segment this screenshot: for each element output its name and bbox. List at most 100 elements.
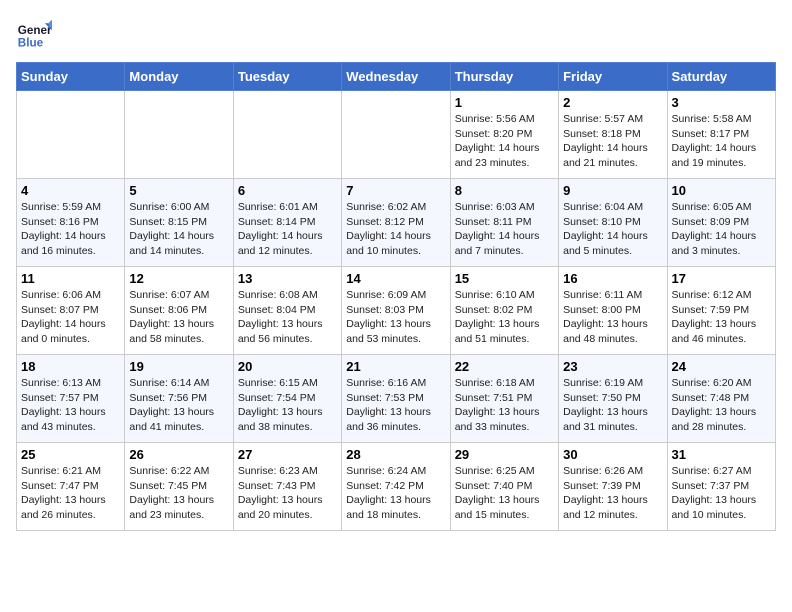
day-number: 27 <box>238 447 337 462</box>
calendar-body: 1Sunrise: 5:56 AM Sunset: 8:20 PM Daylig… <box>17 91 776 531</box>
calendar-cell: 1Sunrise: 5:56 AM Sunset: 8:20 PM Daylig… <box>450 91 558 179</box>
day-info: Sunrise: 6:25 AM Sunset: 7:40 PM Dayligh… <box>455 464 554 523</box>
day-info: Sunrise: 6:19 AM Sunset: 7:50 PM Dayligh… <box>563 376 662 435</box>
weekday-header-cell: Saturday <box>667 63 775 91</box>
day-info: Sunrise: 6:24 AM Sunset: 7:42 PM Dayligh… <box>346 464 445 523</box>
day-number: 24 <box>672 359 771 374</box>
calendar-cell: 10 Sunrise: 6:05 AM Sunset: 8:09 PM Dayli… <box>667 179 775 267</box>
day-number: 28 <box>346 447 445 462</box>
day-number: 2 <box>563 95 662 110</box>
svg-text:Blue: Blue <box>18 37 44 50</box>
calendar-cell: 25 Sunrise: 6:21 AM Sunset: 7:47 PM Dayli… <box>17 443 125 531</box>
calendar-cell: 2 Sunrise: 5:57 AM Sunset: 8:18 PM Daylig… <box>559 91 667 179</box>
day-number: 4 <box>21 183 120 198</box>
day-number: 22 <box>455 359 554 374</box>
svg-text:General: General <box>18 24 52 37</box>
day-info: Sunrise: 6:08 AM Sunset: 8:04 PM Dayligh… <box>238 288 337 347</box>
day-info: Sunrise: 6:27 AM Sunset: 7:37 PM Dayligh… <box>672 464 771 523</box>
logo: General Blue <box>16 16 52 52</box>
day-info: Sunrise: 6:06 AM Sunset: 8:07 PM Dayligh… <box>21 288 120 347</box>
calendar-cell: 27 Sunrise: 6:23 AM Sunset: 7:43 PM Dayli… <box>233 443 341 531</box>
weekday-header-cell: Tuesday <box>233 63 341 91</box>
calendar-week-row: 1Sunrise: 5:56 AM Sunset: 8:20 PM Daylig… <box>17 91 776 179</box>
calendar-cell: 5 Sunrise: 6:00 AM Sunset: 8:15 PM Daylig… <box>125 179 233 267</box>
calendar-cell: 7 Sunrise: 6:02 AM Sunset: 8:12 PM Daylig… <box>342 179 450 267</box>
day-info: Sunrise: 6:05 AM Sunset: 8:09 PM Dayligh… <box>672 200 771 259</box>
day-number: 6 <box>238 183 337 198</box>
weekday-header-cell: Thursday <box>450 63 558 91</box>
day-info: Sunrise: 6:18 AM Sunset: 7:51 PM Dayligh… <box>455 376 554 435</box>
calendar-cell: 8 Sunrise: 6:03 AM Sunset: 8:11 PM Daylig… <box>450 179 558 267</box>
day-info: Sunrise: 6:12 AM Sunset: 7:59 PM Dayligh… <box>672 288 771 347</box>
day-info: Sunrise: 6:13 AM Sunset: 7:57 PM Dayligh… <box>21 376 120 435</box>
calendar-cell: 11Sunrise: 6:06 AM Sunset: 8:07 PM Dayli… <box>17 267 125 355</box>
day-info: Sunrise: 6:07 AM Sunset: 8:06 PM Dayligh… <box>129 288 228 347</box>
calendar-cell: 20 Sunrise: 6:15 AM Sunset: 7:54 PM Dayli… <box>233 355 341 443</box>
calendar-cell: 29 Sunrise: 6:25 AM Sunset: 7:40 PM Dayli… <box>450 443 558 531</box>
calendar-cell: 13Sunrise: 6:08 AM Sunset: 8:04 PM Dayli… <box>233 267 341 355</box>
calendar-cell: 22 Sunrise: 6:18 AM Sunset: 7:51 PM Dayli… <box>450 355 558 443</box>
page-header: General Blue <box>16 16 776 52</box>
calendar-cell: 14 Sunrise: 6:09 AM Sunset: 8:03 PM Dayli… <box>342 267 450 355</box>
day-number: 20 <box>238 359 337 374</box>
calendar-cell: 28 Sunrise: 6:24 AM Sunset: 7:42 PM Dayli… <box>342 443 450 531</box>
calendar-cell <box>125 91 233 179</box>
day-number: 26 <box>129 447 228 462</box>
day-info: Sunrise: 6:14 AM Sunset: 7:56 PM Dayligh… <box>129 376 228 435</box>
calendar-cell: 6 Sunrise: 6:01 AM Sunset: 8:14 PM Daylig… <box>233 179 341 267</box>
day-number: 25 <box>21 447 120 462</box>
day-number: 16 <box>563 271 662 286</box>
calendar-week-row: 25 Sunrise: 6:21 AM Sunset: 7:47 PM Dayli… <box>17 443 776 531</box>
day-info: Sunrise: 6:03 AM Sunset: 8:11 PM Dayligh… <box>455 200 554 259</box>
day-number: 10 <box>672 183 771 198</box>
calendar-cell: 30Sunrise: 6:26 AM Sunset: 7:39 PM Dayli… <box>559 443 667 531</box>
day-info: Sunrise: 6:09 AM Sunset: 8:03 PM Dayligh… <box>346 288 445 347</box>
day-info: Sunrise: 6:00 AM Sunset: 8:15 PM Dayligh… <box>129 200 228 259</box>
calendar-week-row: 11Sunrise: 6:06 AM Sunset: 8:07 PM Dayli… <box>17 267 776 355</box>
day-number: 18 <box>21 359 120 374</box>
calendar-cell: 18 Sunrise: 6:13 AM Sunset: 7:57 PM Dayli… <box>17 355 125 443</box>
day-info: Sunrise: 6:01 AM Sunset: 8:14 PM Dayligh… <box>238 200 337 259</box>
day-number: 3 <box>672 95 771 110</box>
day-number: 21 <box>346 359 445 374</box>
day-info: Sunrise: 6:15 AM Sunset: 7:54 PM Dayligh… <box>238 376 337 435</box>
calendar-week-row: 18 Sunrise: 6:13 AM Sunset: 7:57 PM Dayli… <box>17 355 776 443</box>
day-info: Sunrise: 5:57 AM Sunset: 8:18 PM Dayligh… <box>563 112 662 171</box>
calendar-cell: 15Sunrise: 6:10 AM Sunset: 8:02 PM Dayli… <box>450 267 558 355</box>
day-info: Sunrise: 6:23 AM Sunset: 7:43 PM Dayligh… <box>238 464 337 523</box>
calendar-cell: 17 Sunrise: 6:12 AM Sunset: 7:59 PM Dayli… <box>667 267 775 355</box>
day-number: 1 <box>455 95 554 110</box>
day-info: Sunrise: 6:16 AM Sunset: 7:53 PM Dayligh… <box>346 376 445 435</box>
calendar-cell: 4Sunrise: 5:59 AM Sunset: 8:16 PM Daylig… <box>17 179 125 267</box>
calendar-cell <box>342 91 450 179</box>
calendar-week-row: 4Sunrise: 5:59 AM Sunset: 8:16 PM Daylig… <box>17 179 776 267</box>
day-number: 7 <box>346 183 445 198</box>
logo-icon: General Blue <box>16 16 52 52</box>
day-number: 5 <box>129 183 228 198</box>
day-info: Sunrise: 6:21 AM Sunset: 7:47 PM Dayligh… <box>21 464 120 523</box>
day-number: 29 <box>455 447 554 462</box>
day-number: 12 <box>129 271 228 286</box>
weekday-header-row: SundayMondayTuesdayWednesdayThursdayFrid… <box>17 63 776 91</box>
day-number: 17 <box>672 271 771 286</box>
day-number: 8 <box>455 183 554 198</box>
calendar-table: SundayMondayTuesdayWednesdayThursdayFrid… <box>16 62 776 531</box>
weekday-header-cell: Friday <box>559 63 667 91</box>
day-info: Sunrise: 5:58 AM Sunset: 8:17 PM Dayligh… <box>672 112 771 171</box>
calendar-cell: 12 Sunrise: 6:07 AM Sunset: 8:06 PM Dayli… <box>125 267 233 355</box>
calendar-cell: 16Sunrise: 6:11 AM Sunset: 8:00 PM Dayli… <box>559 267 667 355</box>
day-info: Sunrise: 6:22 AM Sunset: 7:45 PM Dayligh… <box>129 464 228 523</box>
weekday-header-cell: Monday <box>125 63 233 91</box>
day-info: Sunrise: 6:10 AM Sunset: 8:02 PM Dayligh… <box>455 288 554 347</box>
weekday-header-cell: Sunday <box>17 63 125 91</box>
day-number: 30 <box>563 447 662 462</box>
calendar-cell <box>17 91 125 179</box>
calendar-cell <box>233 91 341 179</box>
calendar-cell: 23Sunrise: 6:19 AM Sunset: 7:50 PM Dayli… <box>559 355 667 443</box>
day-info: Sunrise: 6:02 AM Sunset: 8:12 PM Dayligh… <box>346 200 445 259</box>
calendar-cell: 19Sunrise: 6:14 AM Sunset: 7:56 PM Dayli… <box>125 355 233 443</box>
calendar-cell: 3 Sunrise: 5:58 AM Sunset: 8:17 PM Daylig… <box>667 91 775 179</box>
weekday-header-cell: Wednesday <box>342 63 450 91</box>
day-info: Sunrise: 6:20 AM Sunset: 7:48 PM Dayligh… <box>672 376 771 435</box>
day-number: 14 <box>346 271 445 286</box>
